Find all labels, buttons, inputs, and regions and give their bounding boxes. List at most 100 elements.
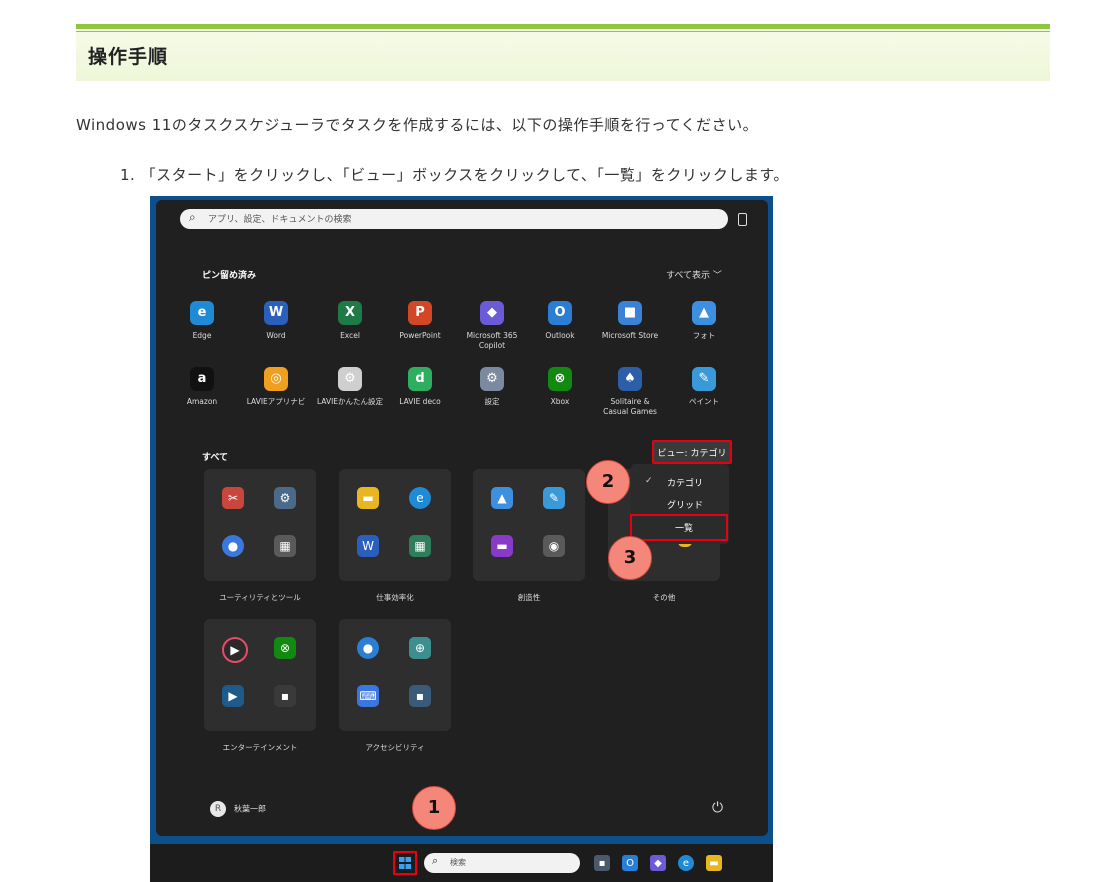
narrator-icon: ▪ — [409, 685, 431, 707]
dropdown-item-category[interactable]: カテゴリ — [667, 476, 703, 489]
folder-accessibility[interactable]: ● ⊕ ⌨ ▪ — [339, 619, 451, 731]
start-menu: ⌕ アプリ、設定、ドキュメントの検索 ピン留め済み すべて表示 ﹀ e Edge W… — [156, 200, 768, 836]
dropdown-item-grid[interactable]: グリッド — [667, 498, 703, 511]
copilot-icon[interactable]: ◆ — [650, 855, 666, 871]
outlook-icon[interactable]: O — [622, 855, 638, 871]
taskbar-search-box[interactable]: ⌕ 検索 — [424, 853, 580, 873]
pinned-app-label: Solitaire & Casual Games — [603, 397, 657, 416]
widgets-icon: ▦ — [274, 535, 296, 557]
user-account[interactable]: R 秋葉一郎 — [210, 801, 266, 817]
step-1-text: 1. 「スタート」をクリックし、「ビュー」ボックスをクリックして、「一覧」をクリ… — [120, 166, 789, 184]
folder-entertainment[interactable]: ▶ ⊗ ▶ ▪ — [204, 619, 316, 731]
edge-icon[interactable]: e — [678, 855, 694, 871]
snipping-tool-icon: ✂ — [222, 487, 244, 509]
pinned-app-label: Edge — [192, 331, 212, 340]
media-player-icon: ▶ — [222, 637, 248, 663]
file-explorer-icon[interactable]: ▬ — [706, 855, 722, 871]
folder-label: ユーティリティとツール — [219, 593, 301, 602]
pinned-app[interactable]: ◎ LAVIEアプリナビ — [236, 367, 316, 407]
pinned-title: ピン留め済み — [202, 271, 257, 281]
taskbar-search-label: 検索 — [450, 858, 466, 867]
voice-access-icon: ● — [357, 637, 379, 659]
list-highlight-box — [630, 514, 728, 541]
pinned-app[interactable]: ⊗ Xbox — [520, 367, 600, 407]
file-explorer-icon: ▬ — [357, 487, 379, 509]
word-icon: W — [264, 301, 288, 325]
pinned-app-label: ペイント — [689, 397, 719, 406]
settings-icon: ⚙ — [274, 487, 296, 509]
pinned-app[interactable]: O Outlook — [520, 301, 600, 341]
search-icon: ⌕ — [432, 854, 439, 867]
folder-utilities[interactable]: ✂ ⚙ ● ▦ — [204, 469, 316, 581]
pinned-app-label: Microsoft Store — [601, 331, 659, 340]
callout-2: 2 — [586, 460, 630, 504]
view-dropdown-button[interactable]: ビュー: カテゴリ ﹀ — [652, 440, 732, 483]
pinned-app-label: フォト — [692, 331, 716, 340]
clipchamp-icon: ▬ — [491, 535, 513, 557]
gaming-icon: ▪ — [274, 685, 296, 707]
outlook-icon: O — [548, 301, 572, 325]
word-icon: W — [357, 535, 379, 557]
pinned-app[interactable]: W Word — [236, 301, 316, 341]
pinned-app-label: LAVIEかんたん設定 — [316, 397, 384, 406]
phone-link-icon[interactable] — [738, 213, 747, 226]
pinned-app-label: LAVIEアプリナビ — [246, 397, 306, 406]
pinned-app[interactable]: ■ Microsoft Store — [590, 301, 670, 341]
folder-creativity[interactable]: ▲ ✎ ▬ ◉ — [473, 469, 585, 581]
section-heading: 操作手順 — [76, 24, 1050, 81]
pinned-app[interactable]: e Edge — [162, 301, 242, 341]
camera-icon: ◉ — [543, 535, 565, 557]
show-all-button[interactable]: すべて表示 ﹀ — [666, 268, 722, 281]
callout-1: 1 — [412, 786, 456, 830]
intro-text: Windows 11のタスクスケジューラでタスクを作成するには、以下の操作手順を… — [76, 116, 759, 134]
pinned-app-label: LAVIE deco — [399, 397, 441, 406]
folder-label: 仕事効率化 — [376, 593, 414, 602]
pinned-app[interactable]: X Excel — [310, 301, 390, 341]
section-title: 操作手順 — [88, 46, 169, 68]
search-placeholder: アプリ、設定、ドキュメントの検索 — [208, 215, 352, 225]
edge-icon: e — [190, 301, 214, 325]
pinned-app-label: Excel — [340, 331, 360, 340]
start-search-box[interactable]: ⌕ アプリ、設定、ドキュメントの検索 — [180, 209, 728, 229]
paint-icon: ✎ — [543, 487, 565, 509]
m365-copilot-icon: ◆ — [480, 301, 504, 325]
heading-divider — [76, 31, 1050, 32]
paint-icon: ✎ — [692, 367, 716, 391]
pinned-app[interactable]: P PowerPoint — [380, 301, 460, 341]
solitaire-icon: ♠ — [618, 367, 642, 391]
folder-label: 創造性 — [517, 593, 541, 602]
pinned-app[interactable]: ✎ ペイント — [664, 367, 744, 407]
pinned-app-label: Xbox — [550, 397, 570, 406]
store-icon: ■ — [618, 301, 642, 325]
start-button[interactable] — [393, 851, 417, 875]
quick-assist-icon: ● — [222, 535, 244, 557]
pinned-app-label: Outlook — [545, 331, 575, 340]
task-view-icon[interactable]: ▪ — [594, 855, 610, 871]
amazon-icon: a — [190, 367, 214, 391]
check-icon: ✓ — [645, 476, 653, 486]
magnifier-icon: ⊕ — [409, 637, 431, 659]
windows-logo-icon — [399, 857, 411, 869]
pinned-app[interactable]: ♠ Solitaire & Casual Games — [590, 367, 670, 417]
folder-label: エンターテインメント — [222, 743, 298, 752]
office-apps-icon: ▦ — [409, 535, 431, 557]
user-name: 秋葉一郎 — [234, 804, 266, 814]
folder-label: その他 — [652, 593, 676, 602]
start-menu-screenshot: ⌕ アプリ、設定、ドキュメントの検索 ピン留め済み すべて表示 ﹀ e Edge W… — [150, 196, 773, 882]
pinned-app[interactable]: a Amazon — [162, 367, 242, 407]
xbox-icon: ⊗ — [274, 637, 296, 659]
taskbar: ⌕ 検索 ▪ O ◆ e ▬ — [150, 844, 773, 882]
powerpoint-icon: P — [408, 301, 432, 325]
media-app-icon: ▶ — [222, 685, 244, 707]
xbox-icon: ⊗ — [548, 367, 572, 391]
pinned-app[interactable]: ⚙ LAVIEかんたん設定 — [310, 367, 390, 407]
power-icon[interactable]: ⏻ — [712, 800, 723, 816]
edge-icon: e — [409, 487, 431, 509]
pinned-app-label: Word — [266, 331, 286, 340]
photos-icon: ▲ — [692, 301, 716, 325]
pinned-app[interactable]: ▲ フォト — [664, 301, 744, 341]
pinned-app[interactable]: d LAVIE deco — [380, 367, 460, 407]
folder-label: アクセシビリティ — [365, 743, 425, 752]
folder-productivity[interactable]: ▬ e W ▦ — [339, 469, 451, 581]
keyboard-icon: ⌨ — [357, 685, 379, 707]
